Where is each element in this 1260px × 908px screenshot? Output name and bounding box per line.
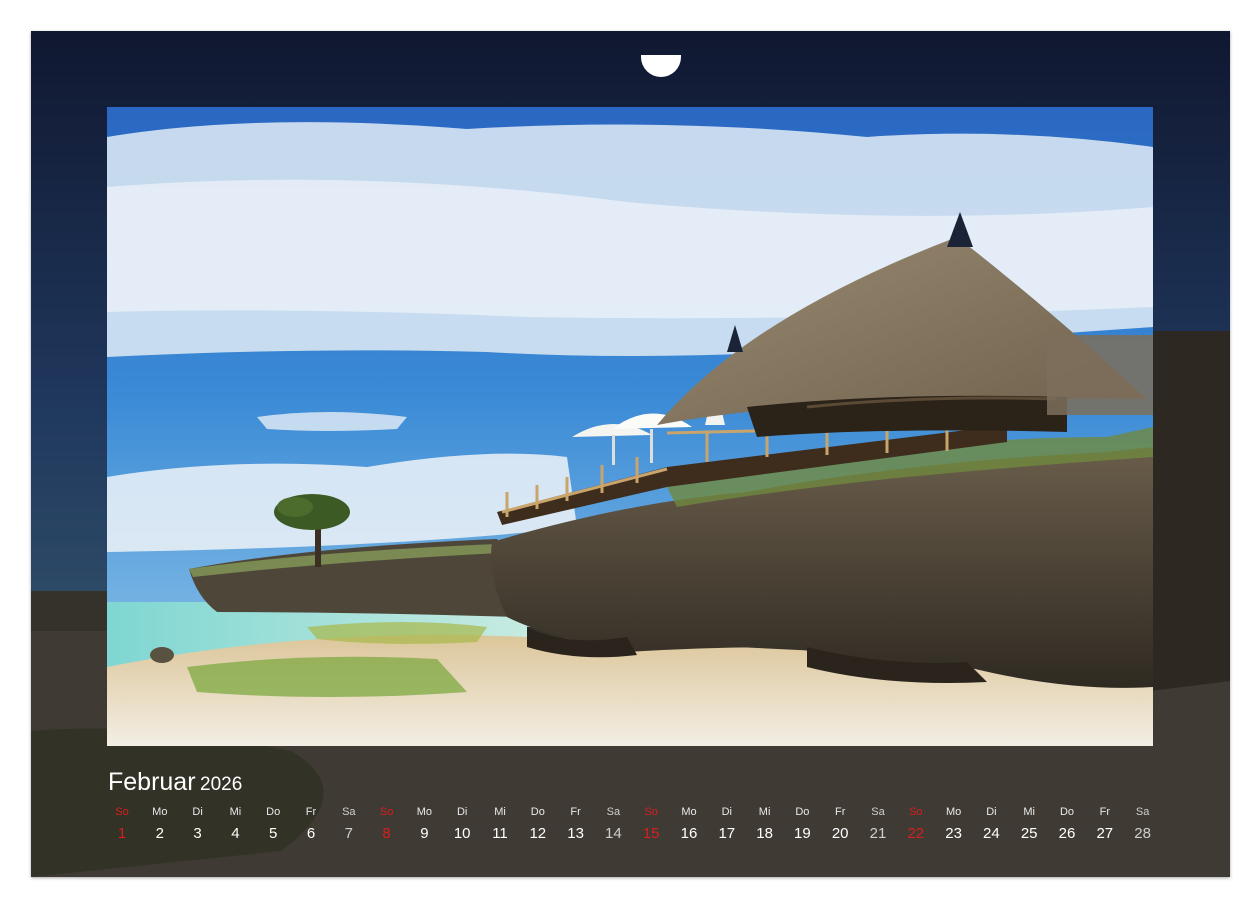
month-name: Februar <box>108 768 196 796</box>
month-title: Februar 2026 <box>108 768 242 797</box>
main-photo <box>107 107 1153 746</box>
calendar-page <box>31 31 1230 877</box>
month-year: 2026 <box>200 774 243 795</box>
